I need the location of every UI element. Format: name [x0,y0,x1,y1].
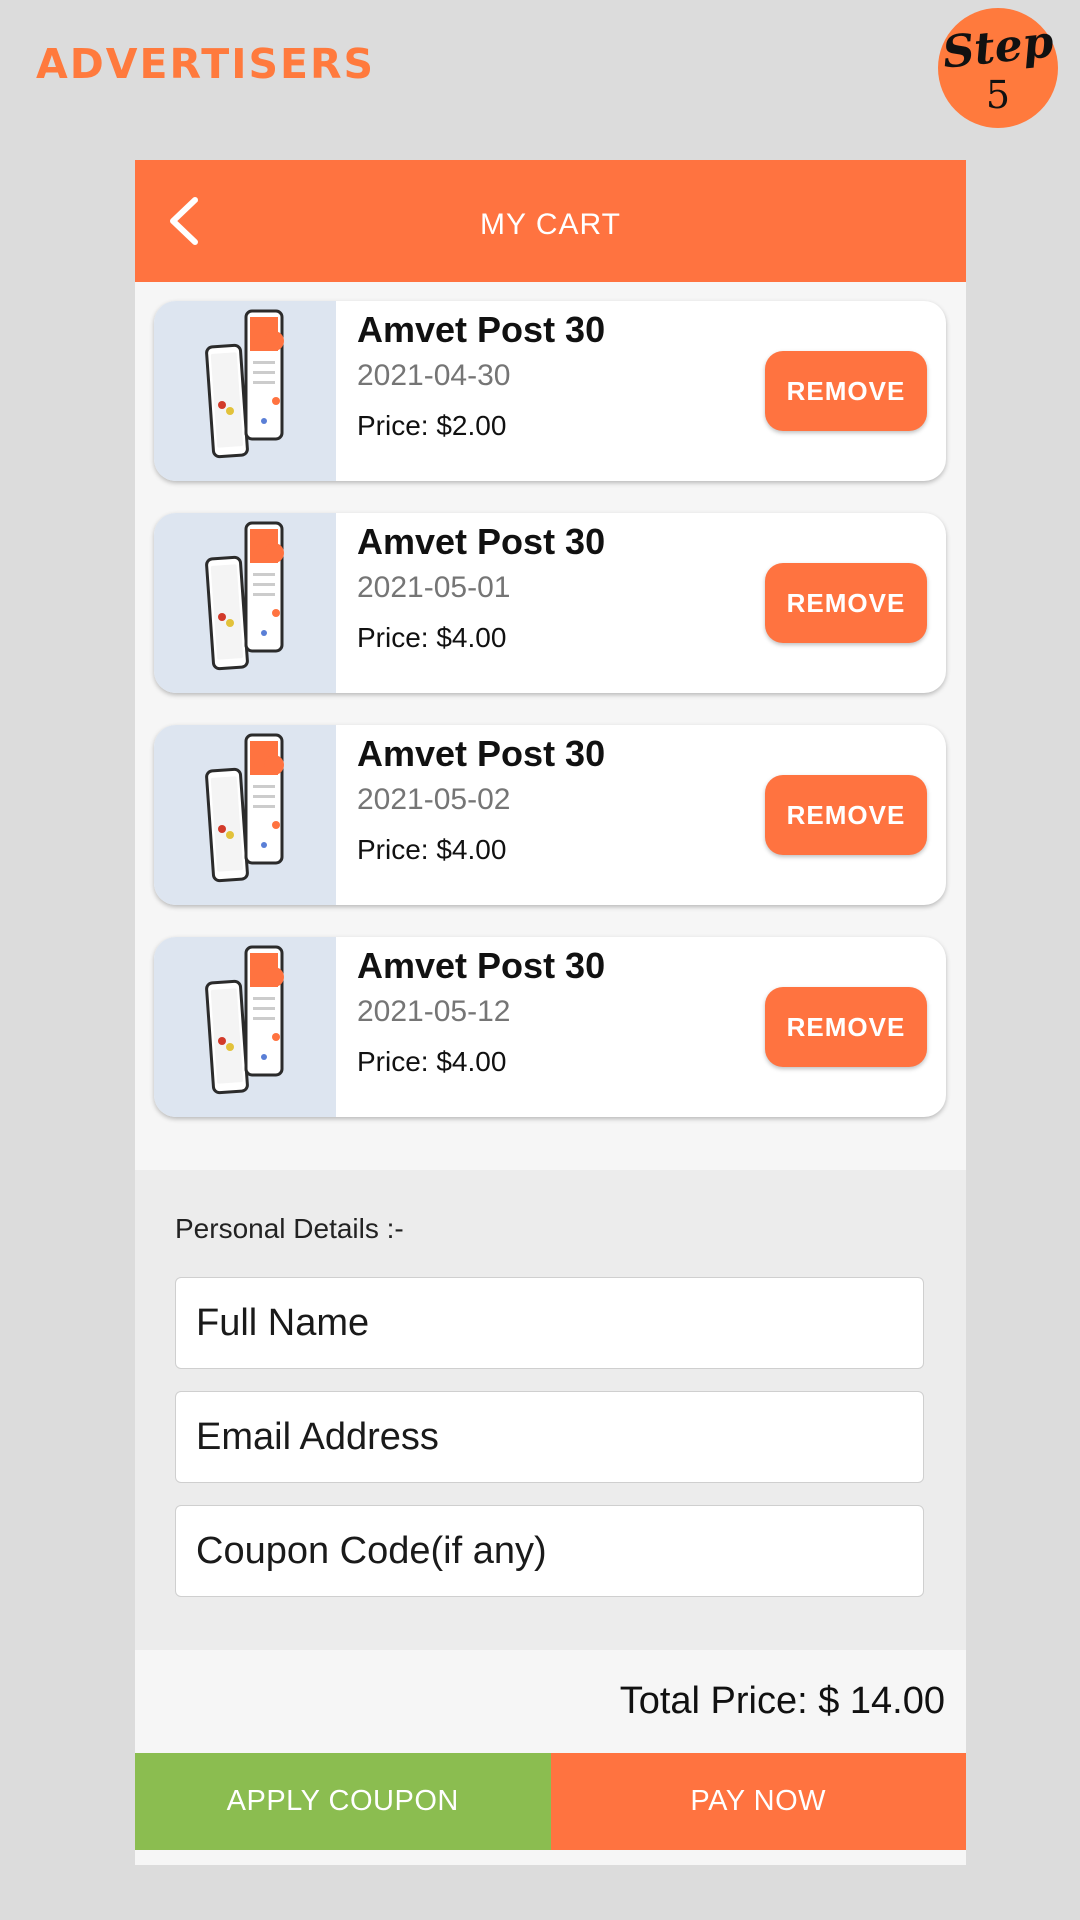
remove-button[interactable]: REMOVE [765,351,927,431]
item-title: Amvet Post 30 [357,945,606,986]
cart-item: Amvet Post 30 2021-05-01 Price: $4.00 RE… [154,513,946,693]
email-field [175,1391,924,1483]
step-badge-number: 5 [985,73,1011,117]
remove-button[interactable]: REMOVE [765,775,927,855]
item-title: Amvet Post 30 [357,309,606,350]
item-date: 2021-04-30 [357,359,511,392]
item-title: Amvet Post 30 [357,521,606,562]
item-price: Price: $4.00 [357,834,507,865]
cart-item: Amvet Post 30 2021-04-30 Price: $2.00 RE… [154,301,946,481]
product-thumbnail [154,937,336,1117]
step-badge-word: Step [940,16,1056,79]
item-price: Price: $2.00 [357,410,507,441]
product-thumbnail [154,513,336,693]
coupon-code-input[interactable] [176,1506,923,1596]
app-screen: MY CART Amvet Post 30 2021-04-30 Price: … [135,160,966,1865]
email-input[interactable] [176,1392,923,1482]
phone-mockup-image [205,521,284,671]
item-date: 2021-05-01 [357,571,511,604]
coupon-code-field [175,1505,924,1597]
step-badge: Step 5 [938,8,1058,128]
brand-title: ADVERTISERS [36,40,376,88]
full-name-input[interactable] [176,1278,923,1368]
cart-item: Amvet Post 30 2021-05-02 Price: $4.00 RE… [154,725,946,905]
app-bar: MY CART [135,160,966,282]
total-price: Total Price: $ 14.00 [619,1680,945,1722]
item-price: Price: $4.00 [357,1046,507,1077]
personal-details-label: Personal Details :- [175,1213,404,1244]
phone-mockup-image [205,733,284,883]
product-thumbnail [154,301,336,481]
product-thumbnail [154,725,336,905]
remove-button[interactable]: REMOVE [765,987,927,1067]
action-bar: APPLY COUPON PAY NOW [135,1753,966,1850]
item-date: 2021-05-12 [357,995,511,1028]
phone-mockup-image [205,309,284,459]
phone-mockup-image [205,945,284,1095]
item-date: 2021-05-02 [357,783,511,816]
page-title: MY CART [480,208,621,241]
cart-item: Amvet Post 30 2021-05-12 Price: $4.00 RE… [154,937,946,1117]
apply-coupon-button[interactable]: APPLY COUPON [135,1753,551,1850]
remove-button[interactable]: REMOVE [765,563,927,643]
pay-now-button[interactable]: PAY NOW [550,1753,966,1850]
item-title: Amvet Post 30 [357,733,606,774]
full-name-field [175,1277,924,1369]
item-price: Price: $4.00 [357,622,507,653]
